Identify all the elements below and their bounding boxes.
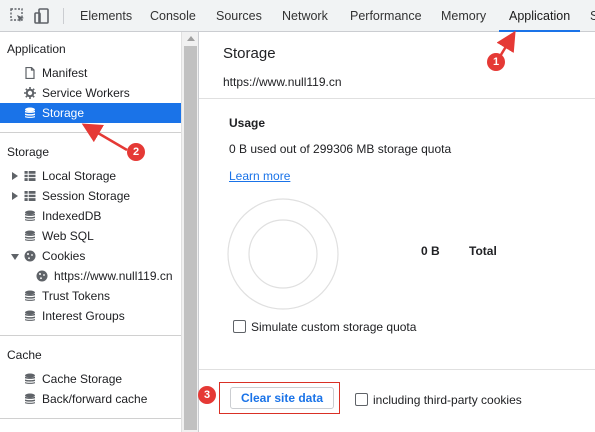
- device-toolbar-icon[interactable]: [33, 7, 51, 25]
- tab-memory[interactable]: Memory: [441, 0, 486, 32]
- sidebar-item-label: Web SQL: [42, 229, 94, 243]
- database-icon: [25, 310, 35, 321]
- section-divider: [0, 335, 181, 336]
- simulate-quota-label: Simulate custom storage quota: [251, 320, 417, 334]
- total-value: 0 B: [421, 244, 440, 258]
- sidebar-item-label: https://www.null119.cn: [54, 269, 173, 283]
- third-party-cookies-label: including third-party cookies: [373, 393, 522, 407]
- sidebar-item-trust-tokens[interactable]: Trust Tokens: [0, 286, 181, 306]
- sidebar-item-label: Back/forward cache: [42, 392, 148, 406]
- annotation-badge-3: 3: [198, 386, 216, 404]
- grid-icon: [24, 171, 36, 181]
- sidebar: Application Manifest Service Workers Sto…: [0, 32, 181, 432]
- tab-application[interactable]: Application: [498, 0, 581, 32]
- usage-text: 0 B used out of 299306 MB storage quota: [229, 142, 452, 156]
- expand-arrow-icon[interactable]: [12, 192, 18, 200]
- tab-sources[interactable]: Sources: [216, 0, 262, 32]
- simulate-quota-checkbox[interactable]: [233, 320, 246, 333]
- cookie-icon: [36, 270, 48, 282]
- total-label: Total: [469, 244, 497, 258]
- sidebar-item-session-storage[interactable]: Session Storage: [0, 186, 181, 206]
- sidebar-item-service-workers[interactable]: Service Workers: [0, 83, 181, 103]
- sidebar-item-cookies[interactable]: Cookies: [0, 246, 181, 266]
- sidebar-item-manifest[interactable]: Manifest: [0, 63, 181, 83]
- section-divider: [0, 132, 181, 133]
- sidebar-item-label: Cookies: [42, 249, 86, 263]
- database-icon: [25, 210, 35, 221]
- sidebar-item-label: Trust Tokens: [42, 289, 111, 303]
- sidebar-item-label: Interest Groups: [42, 309, 125, 323]
- section-title-storage: Storage: [7, 145, 50, 159]
- tab-console[interactable]: Console: [150, 0, 196, 32]
- tab-overflow[interactable]: S: [590, 0, 595, 32]
- scrollbar-thumb[interactable]: [184, 46, 197, 430]
- learn-more-link[interactable]: Learn more: [229, 169, 290, 183]
- panel-divider: [199, 98, 595, 99]
- database-icon: [25, 373, 35, 384]
- scroll-up-arrow-icon[interactable]: [187, 36, 195, 41]
- database-icon: [25, 290, 35, 301]
- devtools-tab-bar: Elements Console Sources Network Perform…: [0, 0, 595, 32]
- toolbar-divider: [63, 8, 64, 24]
- annotation-badge-2: 2: [127, 143, 145, 161]
- sidebar-item-back-forward-cache[interactable]: Back/forward cache: [0, 389, 181, 409]
- usage-heading: Usage: [229, 116, 266, 130]
- collapse-arrow-icon[interactable]: [11, 254, 19, 260]
- annotation-badge-1: 1: [487, 53, 505, 71]
- tab-network[interactable]: Network: [282, 0, 328, 32]
- sidebar-item-storage[interactable]: Storage: [0, 103, 181, 123]
- sidebar-item-label: Cache Storage: [42, 372, 123, 386]
- sidebar-scrollbar[interactable]: [181, 32, 199, 432]
- panel-divider: [199, 369, 595, 370]
- tab-performance[interactable]: Performance: [350, 0, 422, 32]
- sidebar-item-indexeddb[interactable]: IndexedDB: [0, 206, 181, 226]
- inspect-element-icon[interactable]: [9, 7, 27, 25]
- sidebar-item-web-sql[interactable]: Web SQL: [0, 226, 181, 246]
- tab-elements[interactable]: Elements: [80, 0, 132, 32]
- section-title-cache: Cache: [7, 348, 42, 362]
- grid-icon: [24, 191, 36, 201]
- sidebar-item-label: Manifest: [42, 66, 88, 80]
- third-party-cookies-checkbox[interactable]: [355, 393, 368, 406]
- clear-site-data-button[interactable]: Clear site data: [230, 387, 334, 409]
- usage-pie-chart: [227, 198, 339, 310]
- database-icon: [25, 393, 35, 404]
- sidebar-item-cookie-origin[interactable]: https://www.null119.cn: [0, 266, 181, 286]
- file-icon: [25, 67, 35, 79]
- section-title-application: Application: [7, 42, 66, 56]
- sidebar-item-label: Service Workers: [42, 86, 130, 100]
- sidebar-item-label: Session Storage: [42, 189, 131, 203]
- sidebar-item-local-storage[interactable]: Local Storage: [0, 166, 181, 186]
- sidebar-item-interest-groups[interactable]: Interest Groups: [0, 306, 181, 326]
- storage-panel: Storage https://www.null119.cn Usage 0 B…: [199, 32, 595, 432]
- expand-arrow-icon[interactable]: [12, 172, 18, 180]
- sidebar-item-label: IndexedDB: [42, 209, 102, 223]
- origin-url: https://www.null119.cn: [223, 75, 342, 89]
- sidebar-item-cache-storage[interactable]: Cache Storage: [0, 369, 181, 389]
- cookie-icon: [24, 250, 36, 262]
- database-icon: [25, 230, 35, 241]
- sidebar-item-label: Storage: [42, 106, 85, 120]
- sidebar-item-label: Local Storage: [42, 169, 117, 183]
- page-title: Storage: [223, 45, 276, 62]
- database-icon: [25, 107, 35, 118]
- gear-icon: [24, 87, 36, 99]
- section-divider: [0, 418, 181, 419]
